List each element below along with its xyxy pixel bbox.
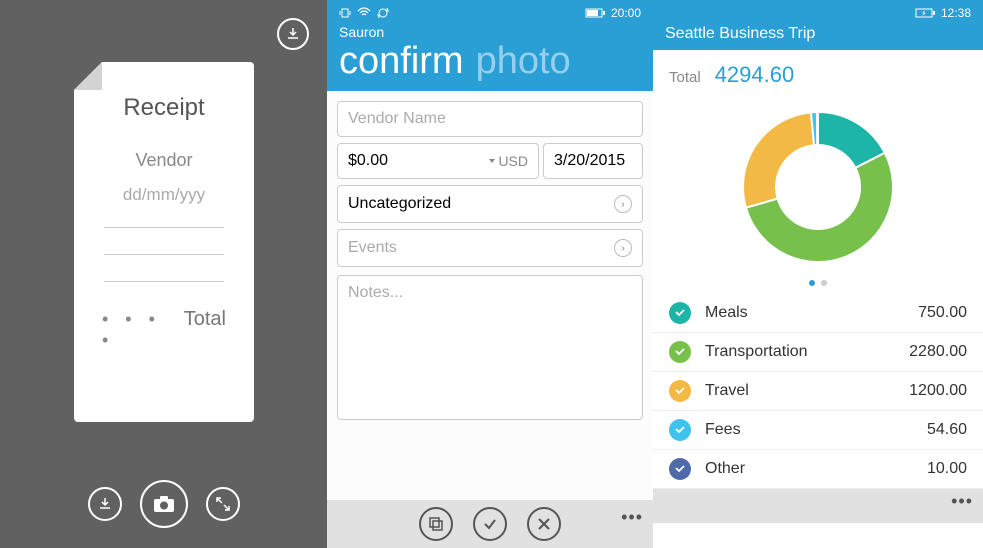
receipt-date-placeholder: dd/mm/yyy (74, 185, 254, 205)
tab-bar: confirm photo (339, 40, 641, 83)
collapse-icon (216, 497, 230, 511)
category-color-icon (669, 380, 691, 402)
chevron-right-icon: › (614, 239, 632, 257)
more-button[interactable]: ••• (621, 507, 643, 528)
confirm-form-panel: 20:00 Sauron confirm photo Vendor Name $… (327, 0, 653, 548)
tab-confirm[interactable]: confirm (339, 40, 464, 83)
total-value: 4294.60 (715, 62, 795, 88)
download-button-top[interactable] (277, 18, 309, 50)
receipt-capture-panel: Receipt Vendor dd/mm/yyy • • • • Total (0, 0, 327, 548)
category-row[interactable]: Transportation2280.00 (653, 333, 983, 372)
category-row[interactable]: Travel1200.00 (653, 372, 983, 411)
trip-title: Seattle Business Trip (665, 25, 971, 43)
sync-icon (377, 7, 389, 19)
category-name: Other (705, 460, 927, 478)
vendor-name-input[interactable]: Vendor Name (337, 101, 643, 137)
category-value: Uncategorized (348, 195, 451, 213)
category-name: Travel (705, 382, 909, 400)
donut-slice (817, 112, 818, 145)
category-amount: 10.00 (927, 460, 967, 478)
category-list: Meals750.00Transportation2280.00Travel12… (653, 294, 983, 489)
category-name: Transportation (705, 343, 909, 361)
confirm-header: 20:00 Sauron confirm photo (327, 0, 653, 91)
category-color-icon (669, 419, 691, 441)
paper-fold-icon (74, 62, 102, 90)
confirm-footer: ••• (327, 500, 653, 548)
copy-button[interactable] (419, 507, 453, 541)
amount-input[interactable]: $0.00 USD (337, 143, 539, 179)
donut-chart (653, 92, 983, 276)
notes-textarea[interactable]: Notes... (337, 275, 643, 420)
date-input[interactable]: 3/20/2015 (543, 143, 643, 179)
category-amount: 2280.00 (909, 343, 967, 361)
events-select[interactable]: Events › (337, 229, 643, 267)
receipt-template: Receipt Vendor dd/mm/yyy • • • • Total (74, 62, 254, 422)
category-row[interactable]: Meals750.00 (653, 294, 983, 333)
receipt-heading: Receipt (74, 94, 254, 122)
pager-dot-2[interactable] (821, 280, 827, 286)
category-row[interactable]: Fees54.60 (653, 411, 983, 450)
category-color-icon (669, 341, 691, 363)
donut-slice (743, 112, 814, 207)
status-time: 12:38 (941, 6, 971, 20)
camera-icon (153, 495, 175, 513)
accept-button[interactable] (473, 507, 507, 541)
cancel-button[interactable] (527, 507, 561, 541)
check-icon (482, 516, 498, 532)
status-time: 20:00 (611, 6, 641, 20)
download-icon (98, 497, 112, 511)
camera-button[interactable] (140, 480, 188, 528)
category-amount: 54.60 (927, 421, 967, 439)
currency-selector[interactable]: USD (489, 153, 528, 169)
receipt-vendor-placeholder: Vendor (74, 150, 254, 171)
status-bar: 20:00 (339, 4, 641, 22)
report-panel: 12:38 Seattle Business Trip Total 4294.6… (653, 0, 983, 548)
events-placeholder: Events (348, 239, 397, 257)
more-button[interactable]: ••• (951, 491, 973, 512)
collapse-button[interactable] (206, 487, 240, 521)
copy-icon (428, 516, 444, 532)
wifi-icon (357, 7, 371, 19)
chevron-right-icon: › (614, 195, 632, 213)
pager-dot-1[interactable] (809, 280, 815, 286)
category-amount: 750.00 (918, 304, 967, 322)
battery-icon (585, 8, 605, 18)
category-select[interactable]: Uncategorized › (337, 185, 643, 223)
total-label: Total (669, 69, 701, 86)
app-name: Sauron (339, 24, 641, 40)
receipt-dots: • • • • (102, 309, 184, 351)
pager-dots[interactable] (653, 276, 983, 294)
category-row[interactable]: Other10.00 (653, 450, 983, 489)
report-header: 12:38 Seattle Business Trip (653, 0, 983, 50)
close-icon (537, 517, 551, 531)
category-color-icon (669, 302, 691, 324)
category-color-icon (669, 458, 691, 480)
chevron-down-icon (489, 159, 495, 163)
total-row: Total 4294.60 (653, 50, 983, 92)
category-name: Meals (705, 304, 918, 322)
battery-charging-icon (915, 8, 935, 18)
amount-value: $0.00 (348, 152, 388, 170)
receipt-total-label: Total (184, 308, 226, 331)
category-amount: 1200.00 (909, 382, 967, 400)
category-name: Fees (705, 421, 927, 439)
import-button[interactable] (88, 487, 122, 521)
tab-photo[interactable]: photo (476, 40, 571, 83)
status-bar: 12:38 (665, 4, 971, 22)
vibrate-icon (339, 7, 351, 19)
receipt-item-lines (104, 227, 224, 282)
report-footer: ••• (653, 489, 983, 523)
download-icon (277, 18, 309, 50)
